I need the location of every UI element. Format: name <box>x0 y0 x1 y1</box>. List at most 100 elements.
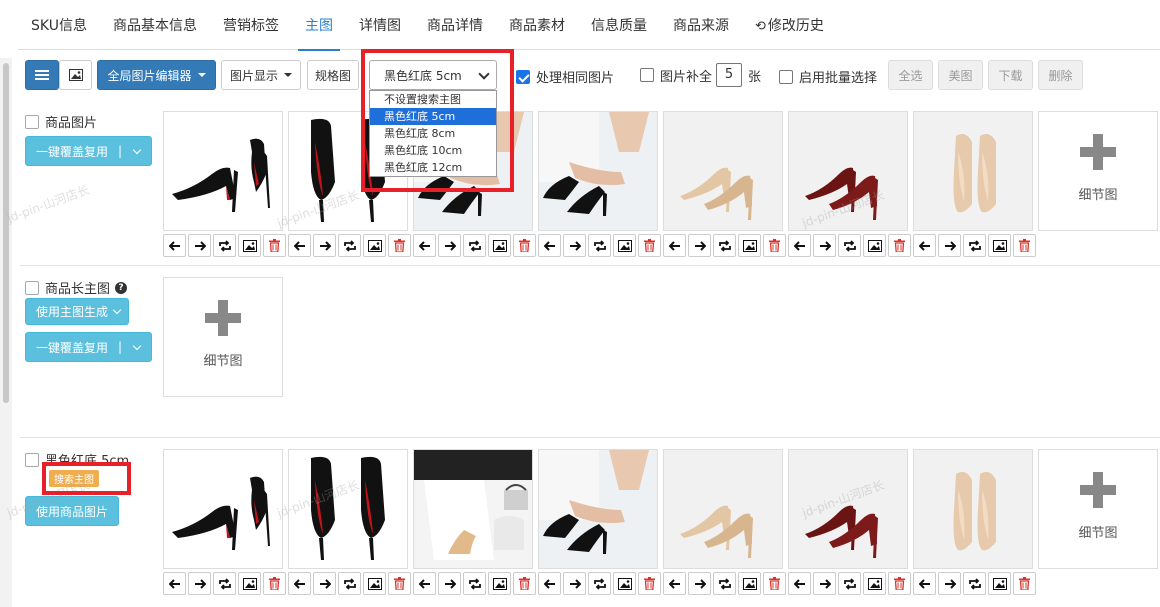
arrow-right-icon[interactable] <box>438 234 461 257</box>
arrow-right-icon[interactable] <box>938 572 961 595</box>
scrollbar[interactable] <box>0 58 12 607</box>
tab-marketing-tags[interactable]: 营销标签 <box>210 0 292 50</box>
tab-main-image[interactable]: 主图 <box>292 0 346 51</box>
product-image[interactable] <box>163 111 283 231</box>
select-all-button[interactable]: 全选 <box>888 60 933 90</box>
rotate-icon[interactable] <box>588 572 611 595</box>
arrow-right-icon[interactable] <box>688 234 711 257</box>
product-image[interactable] <box>663 449 783 569</box>
tab-product-detail[interactable]: 商品详情 <box>414 0 496 50</box>
detail-image-placeholder[interactable]: 细节图 <box>1038 449 1158 569</box>
trash-icon[interactable] <box>388 234 411 257</box>
trash-icon[interactable] <box>513 234 536 257</box>
rotate-icon[interactable] <box>838 234 861 257</box>
image-icon[interactable] <box>613 234 636 257</box>
product-image[interactable] <box>163 449 283 569</box>
main-images-row-label[interactable]: 商品图片 <box>25 112 97 131</box>
trash-icon[interactable] <box>888 234 911 257</box>
rotate-icon[interactable] <box>963 234 986 257</box>
product-image[interactable] <box>913 111 1033 231</box>
rotate-icon[interactable] <box>213 572 236 595</box>
arrow-left-icon[interactable] <box>413 572 436 595</box>
image-icon[interactable] <box>863 234 886 257</box>
help-icon[interactable]: ? <box>115 281 128 294</box>
trash-icon[interactable] <box>388 572 411 595</box>
rotate-icon[interactable] <box>213 234 236 257</box>
checkbox[interactable] <box>779 69 793 84</box>
detail-image-placeholder[interactable]: 细节图 <box>1038 111 1158 231</box>
beautify-button[interactable]: 美图 <box>938 60 983 90</box>
arrow-left-icon[interactable] <box>788 234 811 257</box>
trash-icon[interactable] <box>763 234 786 257</box>
image-icon[interactable] <box>488 572 511 595</box>
arrow-left-icon[interactable] <box>788 572 811 595</box>
arrow-left-icon[interactable] <box>163 572 186 595</box>
arrow-right-icon[interactable] <box>938 234 961 257</box>
image-icon[interactable] <box>613 572 636 595</box>
image-icon[interactable] <box>363 572 386 595</box>
trash-icon[interactable] <box>1013 234 1036 257</box>
checkbox[interactable] <box>640 68 654 82</box>
checkbox[interactable] <box>25 452 39 467</box>
checkbox[interactable] <box>25 280 39 295</box>
arrow-left-icon[interactable] <box>913 234 936 257</box>
scrollbar-thumb[interactable] <box>3 63 9 403</box>
trash-icon[interactable] <box>263 234 286 257</box>
tab-sku-info[interactable]: SKU信息 <box>18 0 100 50</box>
image-icon[interactable] <box>238 572 261 595</box>
rotate-icon[interactable] <box>588 234 611 257</box>
spec-image-button[interactable]: 规格图 <box>307 60 359 90</box>
rotate-icon[interactable] <box>463 572 486 595</box>
arrow-right-icon[interactable] <box>688 572 711 595</box>
arrow-right-icon[interactable] <box>313 572 336 595</box>
tab-source[interactable]: 商品来源 <box>660 0 742 50</box>
arrow-right-icon[interactable] <box>438 572 461 595</box>
tab-materials[interactable]: 商品素材 <box>496 0 578 50</box>
image-icon[interactable] <box>488 234 511 257</box>
product-image[interactable] <box>663 111 783 231</box>
product-image[interactable] <box>538 449 658 569</box>
rotate-icon[interactable] <box>338 572 361 595</box>
image-icon[interactable] <box>238 234 261 257</box>
arrow-left-icon[interactable] <box>288 234 311 257</box>
long-cover-reuse-button[interactable]: 一键覆盖复用 | <box>25 332 152 362</box>
image-fill-checkbox[interactable]: 图片补全 5 张 <box>640 63 761 87</box>
image-icon[interactable] <box>988 572 1011 595</box>
rotate-icon[interactable] <box>713 572 736 595</box>
arrow-right-icon[interactable] <box>813 234 836 257</box>
rotate-icon[interactable] <box>338 234 361 257</box>
delete-button[interactable]: 删除 <box>1038 60 1083 90</box>
long-image-row-label[interactable]: 商品长主图? <box>25 278 128 297</box>
product-image[interactable] <box>538 111 658 231</box>
image-icon[interactable] <box>988 234 1011 257</box>
trash-icon[interactable] <box>638 572 661 595</box>
arrow-right-icon[interactable] <box>188 234 211 257</box>
arrow-right-icon[interactable] <box>563 572 586 595</box>
list-view-button[interactable] <box>25 60 59 90</box>
tab-info-quality[interactable]: 信息质量 <box>578 0 660 50</box>
rotate-icon[interactable] <box>963 572 986 595</box>
arrow-left-icon[interactable] <box>663 572 686 595</box>
arrow-left-icon[interactable] <box>288 572 311 595</box>
tab-detail-image[interactable]: 详情图 <box>346 0 414 50</box>
arrow-right-icon[interactable] <box>188 572 211 595</box>
rotate-icon[interactable] <box>838 572 861 595</box>
generate-from-main-button[interactable]: 使用主图生成 <box>25 298 129 325</box>
trash-icon[interactable] <box>888 572 911 595</box>
arrow-left-icon[interactable] <box>663 234 686 257</box>
same-image-checkbox[interactable]: 处理相同图片 <box>516 67 614 86</box>
product-image[interactable] <box>413 449 533 569</box>
image-icon[interactable] <box>863 572 886 595</box>
trash-icon[interactable] <box>513 572 536 595</box>
rotate-icon[interactable] <box>463 234 486 257</box>
trash-icon[interactable] <box>763 572 786 595</box>
rotate-icon[interactable] <box>713 234 736 257</box>
arrow-left-icon[interactable] <box>413 234 436 257</box>
checkbox-checked[interactable] <box>516 69 530 84</box>
arrow-right-icon[interactable] <box>813 572 836 595</box>
image-view-button[interactable] <box>59 60 92 90</box>
image-icon[interactable] <box>738 572 761 595</box>
arrow-left-icon[interactable] <box>538 572 561 595</box>
arrow-right-icon[interactable] <box>563 234 586 257</box>
fill-count-input[interactable]: 5 <box>716 63 743 87</box>
